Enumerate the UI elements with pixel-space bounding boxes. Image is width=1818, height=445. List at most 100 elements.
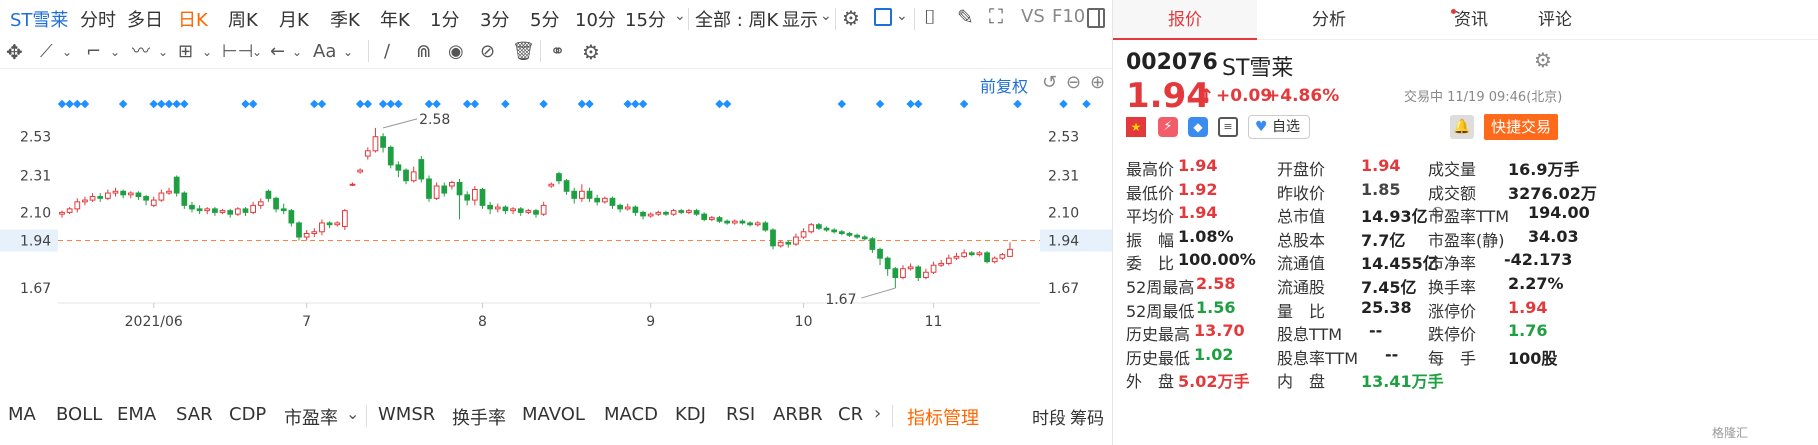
field-value: 1.94 (1508, 297, 1548, 317)
chevron-right-icon[interactable]: › (874, 405, 881, 423)
field-label: 换手率 (1428, 278, 1477, 297)
indicator-tab-arbr[interactable]: ARBR (773, 404, 823, 425)
field-label: 开盘价 (1277, 160, 1326, 179)
candle-down (502, 206, 509, 212)
divider (892, 405, 893, 427)
event-marker (722, 99, 732, 109)
heart-icon: ♥ (1255, 119, 1268, 135)
limit-up-icon[interactable]: ⚡ (1158, 117, 1178, 137)
event-marker (386, 99, 395, 109)
candle-down (380, 136, 386, 148)
field-label: 平均价 (1126, 207, 1175, 227)
candle-down (861, 236, 868, 240)
candle-down (571, 190, 578, 199)
indicator-tab-turnover[interactable]: 换手率 (452, 404, 506, 430)
candle-down (387, 146, 394, 166)
settings-icon[interactable]: ⚙ (1534, 50, 1552, 70)
candle-up (777, 241, 784, 247)
indicator-tab-kdj[interactable]: KDJ (675, 404, 706, 425)
candle-up (991, 257, 998, 263)
indicator-tab-pe[interactable]: 市盈率 (284, 404, 338, 430)
indicator-tab-cdp[interactable]: CDP (229, 404, 266, 425)
x-tick-label: 7 (302, 314, 311, 330)
field-label: 涨停价 (1428, 301, 1477, 321)
field-value: 1.02 (1194, 344, 1234, 364)
tab-comments[interactable]: 评论 (1538, 0, 1818, 40)
field-value: 5.02万手 (1178, 372, 1250, 392)
candle-down (456, 181, 463, 196)
indicator-tab-rsi[interactable]: RSI (726, 404, 755, 425)
event-marker (501, 99, 510, 109)
field-label: 历史最低 (1126, 348, 1191, 368)
candle-down (877, 248, 883, 259)
event-marker (837, 99, 847, 109)
candle-up (89, 196, 96, 201)
candle-up (166, 190, 172, 194)
candle-up (372, 136, 379, 152)
field-value: 7.7亿 (1361, 230, 1406, 250)
y-tick-label-right: 1.67 (1048, 281, 1079, 297)
candle-up (449, 181, 455, 187)
candle-down (296, 222, 302, 238)
candle-up (548, 183, 555, 187)
tag-icon[interactable]: ◆ (1188, 117, 1208, 137)
tab-analysis[interactable]: 分析 (1257, 0, 1401, 40)
candle-up (357, 169, 364, 173)
chevron-down-icon[interactable]: ⌄ (346, 406, 359, 422)
event-marker (149, 99, 158, 109)
event-marker (1013, 99, 1022, 109)
quick-trade-button[interactable]: 快捷交易 (1484, 114, 1558, 140)
indicator-manage-button[interactable]: 指标管理 (907, 404, 979, 430)
candle-down (403, 169, 409, 182)
tab-quote[interactable]: 报价 (1113, 0, 1257, 40)
candle-up (311, 231, 318, 235)
note-icon[interactable]: ≡ (1218, 117, 1238, 137)
time-segment-button[interactable]: 时段 (1032, 404, 1066, 429)
candle-down (640, 211, 646, 217)
candle-down (816, 224, 822, 229)
annotation-leader (861, 287, 896, 299)
candle-down (533, 210, 539, 215)
event-marker (310, 99, 319, 109)
candlestick-chart[interactable]: 2.53 2.31 2.10 1.94 1.67 2.53 2.31 2.10 1.94 1.6… (0, 0, 1112, 400)
candle-down (487, 204, 493, 210)
candle-up (105, 192, 111, 199)
candle-down (968, 252, 975, 256)
candle-down (97, 196, 104, 199)
annotation-label: 1.67 (825, 292, 856, 308)
candle-down (441, 185, 448, 194)
indicator-tab-wmsr[interactable]: WMSR (378, 404, 435, 425)
candle-up (510, 208, 516, 212)
chips-button[interactable]: 筹码 (1070, 404, 1104, 429)
candle-down (701, 213, 708, 220)
price-change-pct: +4.86% (1266, 86, 1340, 106)
candle-down (594, 197, 601, 203)
candle-up (999, 254, 1006, 259)
indicator-tab-macd[interactable]: MACD (604, 404, 658, 425)
field-value: 194.00 (1528, 203, 1590, 223)
candle-up (945, 257, 952, 264)
event-marker (631, 99, 640, 109)
indicator-tab-ma[interactable]: MA (8, 404, 36, 425)
indicator-tab-boll[interactable]: BOLL (56, 404, 102, 425)
candle-down (265, 190, 272, 199)
candle-down (120, 190, 127, 196)
event-marker (539, 99, 548, 109)
candle-up (900, 268, 906, 279)
candle-down (418, 159, 425, 180)
indicator-tab-cr[interactable]: CR (838, 404, 863, 425)
candle-down (143, 196, 149, 201)
indicator-tab-sar[interactable]: SAR (176, 404, 213, 425)
indicator-tab-mavol[interactable]: MAVOL (522, 404, 585, 425)
field-label: 昨收价 (1277, 183, 1326, 203)
bell-icon[interactable]: 🔔 (1450, 115, 1474, 139)
indicator-tab-ema[interactable]: EMA (117, 404, 156, 425)
candle-up (66, 208, 73, 213)
candle-up (433, 185, 440, 199)
field-label: 外 盘 (1126, 372, 1175, 392)
watchlist-button[interactable]: ♥ 自选 (1248, 115, 1310, 139)
event-marker (959, 99, 969, 109)
candle-down (846, 233, 853, 236)
candle-up (808, 224, 815, 233)
field-value: 1.94 (1361, 156, 1401, 175)
